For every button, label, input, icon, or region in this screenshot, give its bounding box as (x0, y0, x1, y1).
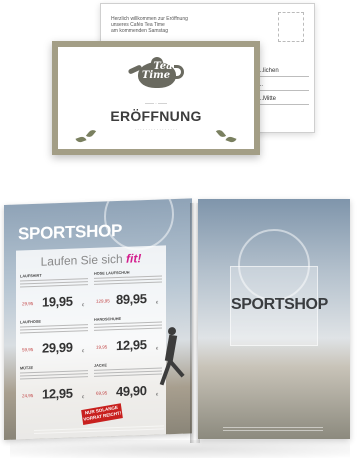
mockup-stage: Herzlich willkommen zur Eröffnung unsere… (0, 0, 357, 468)
product-currency: € (82, 302, 85, 308)
product-item: HOSE LAUFSCHUH 129,95 89,95 € (94, 269, 164, 315)
postcard-subtext: · · · · · · · · · · · · · · · · (134, 127, 178, 132)
product-price: 12,95 (116, 337, 147, 354)
product-currency: € (156, 391, 159, 397)
product-description (94, 275, 162, 291)
headline-highlight: fit! (126, 251, 142, 266)
product-price: 19,95 (42, 293, 73, 310)
product-description (20, 370, 88, 386)
address-text: ...lichen (258, 68, 279, 74)
product-category: HOSE LAUFSCHUH (94, 270, 130, 276)
postcard-front-inner: Tea Time —— · —— ERÖFFNUNG · · · · · · ·… (58, 47, 254, 149)
postcard-back-line: am kommenden Samstag (111, 28, 168, 34)
leaf-icon (75, 135, 87, 144)
product-price: 89,95 (116, 291, 147, 308)
product-category: LAUFHOSE (20, 319, 41, 325)
leaf-icon (225, 135, 237, 144)
product-currency: € (82, 394, 85, 400)
runner-figure-icon (154, 326, 190, 388)
product-category: JACKE (94, 363, 107, 368)
left-shop-title: SPORTSHOP (18, 220, 123, 244)
brand-logo-text: Tea Time (131, 62, 181, 81)
product-currency: € (156, 299, 159, 305)
product-category: HANDSCHUHE (94, 316, 122, 322)
address-text: ...Mitte (258, 96, 277, 102)
right-shop-title: SPORTSHOP (231, 296, 328, 313)
brochure-right-page: SPORTSHOP (198, 199, 350, 439)
headline-text: Laufen Sie sich (40, 251, 123, 269)
right-page-footer (223, 427, 323, 433)
product-price: 49,90 (116, 383, 147, 400)
postcard-small-text: —— · —— (145, 101, 167, 106)
floor-shadow (10, 440, 350, 458)
brand-word: Time (141, 70, 171, 81)
stamp-box (278, 12, 304, 42)
product-price: 12,95 (42, 385, 73, 402)
product-category: MÜTZE (20, 365, 34, 371)
product-old-price: 129,95 (96, 298, 110, 304)
product-old-price: 69,95 (96, 390, 108, 396)
panel-headline: Laufen Sie sich fit! (16, 250, 166, 269)
product-price: 29,99 (42, 339, 73, 356)
product-item: LAUFSHIRT 29,95 19,95 € (20, 272, 90, 318)
product-category: LAUFSHIRT (20, 273, 42, 279)
product-old-price: 29,95 (22, 300, 34, 307)
product-description (20, 278, 88, 294)
postcard-back-text: Herzlich willkommen zur Eröffnung unsere… (111, 16, 231, 34)
product-old-price: 59,95 (22, 346, 34, 353)
product-item: MÜTZE 24,95 12,95 € (20, 364, 90, 410)
product-description (94, 321, 162, 337)
product-description (94, 367, 162, 383)
postcard-front: Tea Time —— · —— ERÖFFNUNG · · · · · · ·… (52, 41, 260, 155)
product-item: LAUFHOSE 59,95 29,99 € (20, 318, 90, 364)
product-old-price: 19,95 (96, 344, 108, 350)
postcard-title: ERÖFFNUNG (110, 108, 202, 124)
cover-panel: SPORTSHOP (230, 266, 328, 346)
brochure-left-page: SPORTSHOP Laufen Sie sich fit! LAUFSHIRT… (4, 198, 192, 440)
brochure-mockup: SPORTSHOP Laufen Sie sich fit! LAUFSHIRT… (4, 195, 350, 455)
product-old-price: 24,95 (22, 392, 34, 399)
product-description (20, 324, 88, 340)
product-currency: € (82, 348, 85, 354)
